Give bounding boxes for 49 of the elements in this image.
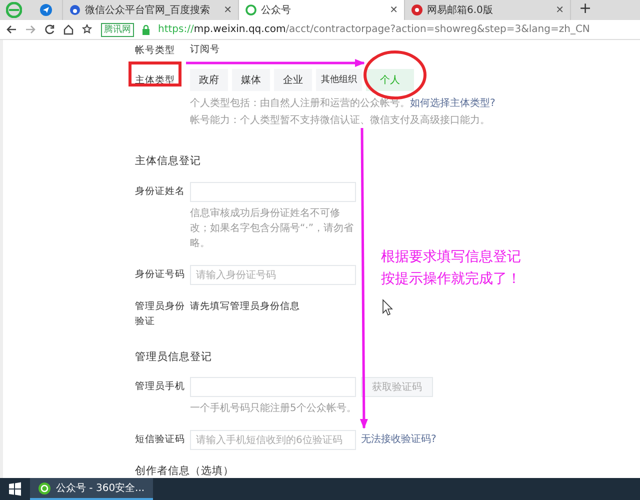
hint-text: 信息审核成功后身份证姓名不可修改；如果名字包含分隔号“·”，请勿省略。 <box>190 206 355 251</box>
ring-icon <box>245 4 257 16</box>
input-field[interactable] <box>190 182 356 202</box>
lock-icon <box>142 24 150 34</box>
close-icon[interactable]: ✕ <box>556 2 564 18</box>
input-field[interactable] <box>190 377 356 398</box>
field-label: 管理员手机 <box>135 381 185 392</box>
type-option[interactable]: 企业 <box>274 69 312 92</box>
highlight-rectangle <box>128 62 182 86</box>
tab-title: 公众号 <box>261 4 291 18</box>
section-title: 主体信息登记 <box>134 154 202 170</box>
input-field[interactable]: 请输入身份证号码 <box>190 265 356 285</box>
section-title: 创作者信息（选填） <box>134 464 235 478</box>
new-tab-button[interactable]: + <box>579 0 592 19</box>
field-label: 管理员身份验证 <box>135 301 185 328</box>
field-label: 帐号类型 <box>135 45 175 56</box>
hint-text: 帐号能力：个人类型暂不支持微信认证、微信支付及高级接口能力。 <box>190 114 491 128</box>
reload-icon[interactable] <box>44 24 55 35</box>
task-title: 公众号 - 360安全... <box>56 482 145 496</box>
help-link[interactable]: 无法接收验证码? <box>361 430 436 450</box>
help-link[interactable]: 如何选择主体类型? <box>410 98 496 110</box>
tab-title: 微信公众平台官网_百度搜索 <box>85 4 210 18</box>
annotation-text: 根据要求填写信息登记 <box>381 248 521 267</box>
annotation-text: 按提示操作就完成了！ <box>381 270 521 289</box>
back-icon[interactable] <box>6 24 17 35</box>
section-title: 管理员信息登记 <box>134 350 213 364</box>
input-field[interactable]: 请输入手机短信收到的6位验证码 <box>190 430 356 450</box>
close-icon[interactable]: ✕ <box>224 2 232 18</box>
close-icon[interactable]: ✕ <box>390 2 398 18</box>
browser-logo-icon <box>38 482 51 494</box>
home-icon[interactable] <box>63 24 74 35</box>
highlight-ellipse <box>364 50 426 100</box>
taskbar-button[interactable]: 公众号 - 360安全... <box>30 478 153 500</box>
field-label: 身份证姓名 <box>135 186 185 197</box>
site-badge: 腾讯网 <box>101 22 134 36</box>
type-option[interactable]: 其他组织 <box>316 69 362 92</box>
hint-text: 一个手机号码只能注册5个公众帐号。 <box>190 402 358 416</box>
type-option[interactable]: 媒体 <box>232 69 270 92</box>
star-icon[interactable] <box>82 24 93 35</box>
tab-title: 网易邮箱6.0版 <box>427 4 493 18</box>
field-label: 短信验证码 <box>135 434 185 446</box>
field-label: 身份证号码 <box>135 269 185 280</box>
arrow-circle-icon <box>40 4 52 16</box>
type-option[interactable]: 政府 <box>190 69 228 92</box>
field-value: 订阅号 <box>190 43 220 57</box>
browser-tab[interactable]: 公众号 ✕ <box>239 0 405 20</box>
url-text[interactable]: https://mp.weixin.qq.com/acct/contractorpage?action=showreg&step=3&lang=zh_CN <box>158 22 590 37</box>
cursor-icon <box>382 299 393 316</box>
field-value: 请先填写管理员身份信息 <box>190 301 300 312</box>
